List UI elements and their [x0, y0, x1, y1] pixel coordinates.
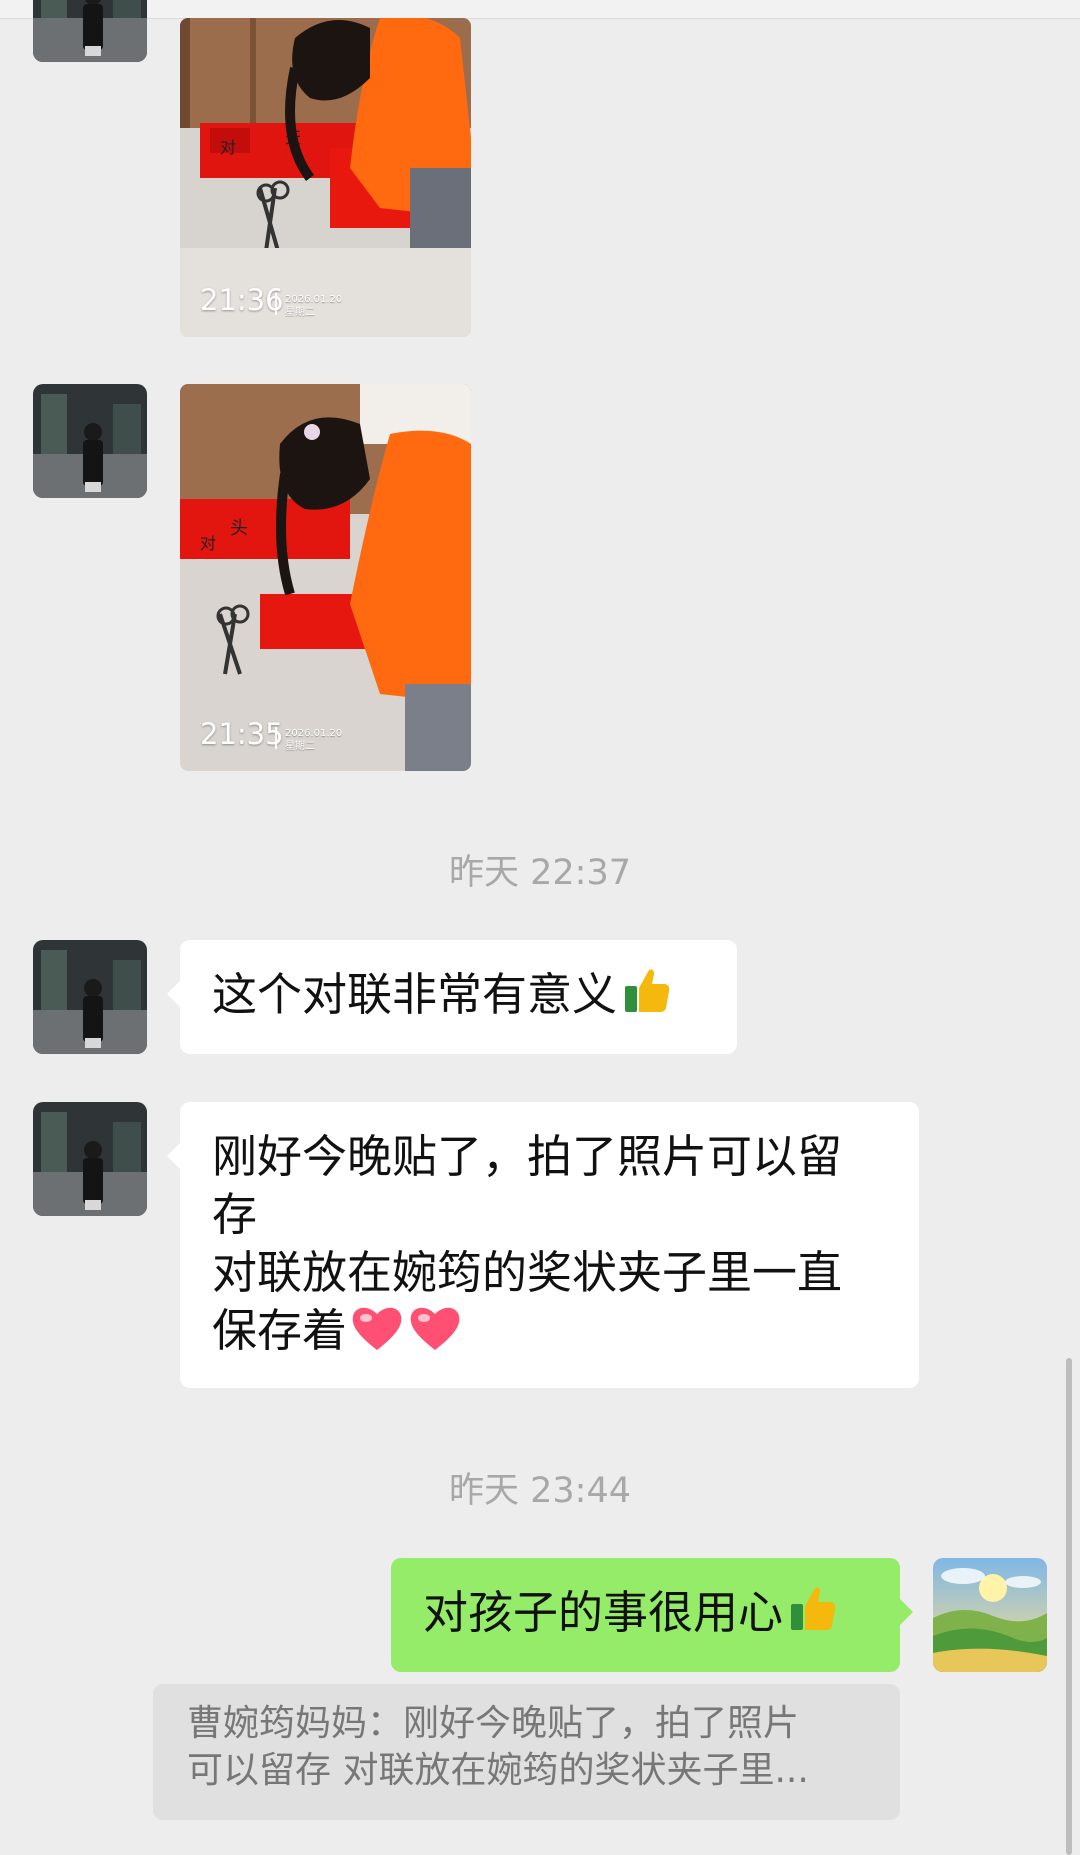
scrollbar[interactable]	[1066, 1358, 1072, 1855]
photo-time: 21:36	[200, 283, 284, 317]
thumbs-up-icon	[621, 964, 673, 1030]
message-line: 保存着	[212, 1302, 887, 1368]
chat-photo[interactable]: 头 对 21:35 2026.01.20 星期二	[180, 384, 471, 771]
heart-icon	[349, 1302, 405, 1368]
top-edge	[0, 0, 1080, 19]
message-bubble[interactable]: 刚好今晚贴了，拍了照片可以留 存 对联放在婉筠的奖状夹子里一直 保存着	[167, 1102, 919, 1388]
photo-time: 21:35	[200, 717, 284, 751]
chat-timestamp: 昨天 22:37	[449, 853, 631, 893]
chat-timestamp: 昨天 23:44	[449, 1471, 631, 1511]
photo-date-text: 2026.01.20	[285, 294, 343, 305]
my-avatar[interactable]	[933, 1558, 1047, 1672]
message-bubble[interactable]: 这个对联非常有意义	[167, 940, 737, 1054]
svg-text:对: 对	[220, 138, 236, 157]
quoted-message[interactable]: 曹婉筠妈妈：刚好今晚贴了，拍了照片 可以留存 对联放在婉筠的奖状夹子里...	[153, 1684, 900, 1820]
photo-weekday-text: 星期二	[285, 741, 315, 752]
photo-separator	[275, 727, 277, 749]
contact-avatar[interactable]	[33, 0, 147, 62]
message-line: 刚好今晚贴了，拍了照片可以留	[212, 1130, 843, 1183]
photo-separator	[275, 293, 277, 315]
message-line: 对联放在婉筠的奖状夹子里一直	[212, 1246, 843, 1299]
my-message-bubble[interactable]: 对孩子的事很用心	[391, 1558, 913, 1672]
svg-text:头: 头	[230, 518, 248, 539]
chat-photo[interactable]: 对 天 21:36 2026.01.20 星期二	[180, 18, 471, 337]
svg-text:对: 对	[200, 534, 216, 553]
contact-avatar[interactable]	[33, 384, 147, 498]
message-text: 这个对联非常有意义	[212, 968, 618, 1021]
quote-line: 曹婉筠妈妈：刚好今晚贴了，拍了照片	[187, 1703, 800, 1744]
photo-date: 2026.01.20 星期二	[285, 727, 342, 753]
message-text: 对孩子的事很用心	[423, 1586, 784, 1639]
message-line: 存	[212, 1188, 258, 1241]
thumbs-up-icon	[787, 1582, 839, 1648]
heart-icon	[407, 1302, 463, 1368]
photo-weekday-text: 星期二	[285, 307, 315, 318]
contact-avatar[interactable]	[33, 940, 147, 1054]
message-line-text: 保存着	[212, 1304, 348, 1357]
quote-line: 可以留存 对联放在婉筠的奖状夹子里...	[187, 1750, 809, 1791]
photo-date: 2026.01.20 星期二	[285, 293, 342, 319]
contact-avatar[interactable]	[33, 1102, 147, 1216]
photo-date-text: 2026.01.20	[285, 728, 343, 739]
